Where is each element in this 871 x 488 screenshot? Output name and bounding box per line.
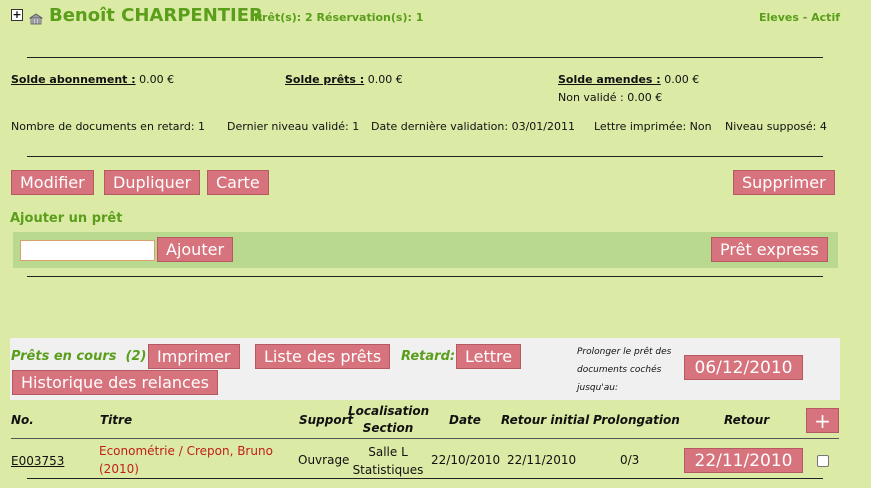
- reader-counts: Prêt(s): 2 Réservation(s): 1: [254, 11, 424, 24]
- col-title: Titre: [100, 413, 133, 427]
- loans-balance-value: 0.00 €: [364, 73, 403, 86]
- loan-row-extension: 0/3: [620, 453, 640, 467]
- loans-list-button[interactable]: Liste des prêts: [255, 344, 391, 369]
- col-no: No.: [11, 413, 34, 427]
- expand-icon[interactable]: +: [11, 9, 23, 21]
- prolong-date-button[interactable]: 06/12/2010: [684, 355, 803, 380]
- add-row-button[interactable]: +: [806, 408, 839, 433]
- reader-name: Benoît CHARPENTIER: [49, 5, 263, 26]
- library-icon: [29, 13, 43, 25]
- loans-balance: Solde prêts : 0.00 €: [285, 73, 403, 86]
- col-extension: Prolongation: [593, 413, 680, 427]
- loan-row-no[interactable]: E003753: [11, 454, 64, 468]
- divider: [11, 438, 839, 439]
- loan-row-title[interactable]: Econométrie / Crepon, Bruno (2010): [99, 442, 273, 478]
- last-level: Dernier niveau validé: 1: [227, 120, 360, 133]
- modify-button[interactable]: Modifier: [11, 170, 94, 195]
- fines-balance-label: Solde amendes :: [558, 73, 661, 86]
- divider: [27, 478, 823, 479]
- loans-title-label: Prêts en cours: [11, 349, 117, 364]
- loan-row-date: 22/10/2010: [431, 453, 501, 467]
- letter-button[interactable]: Lettre: [456, 344, 522, 369]
- last-validation: Date dernière validation: 03/01/2011: [371, 120, 575, 133]
- divider: [27, 156, 823, 157]
- col-location: Localisation Section: [348, 403, 430, 437]
- col-support: Support: [299, 413, 354, 427]
- loan-row-title-line1: Econométrie / Crepon, Bruno: [99, 444, 273, 458]
- loan-row-support: Ouvrage: [298, 453, 350, 467]
- overdue-docs: Nombre de documents en retard: 1: [11, 120, 206, 133]
- loans-count: (2): [125, 349, 147, 364]
- overdue-label: Retard:: [401, 349, 456, 364]
- letter-printed: Lettre imprimée: Non: [594, 120, 712, 133]
- fines-unvalidated: Non validé : 0.00 €: [558, 91, 663, 104]
- col-location-line1: Localisation: [348, 404, 430, 418]
- card-button[interactable]: Carte: [207, 170, 269, 195]
- loans-title: Prêts en cours (2): [11, 349, 146, 364]
- supposed-level: Niveau supposé: 4: [725, 120, 827, 133]
- loan-row-initial-return: 22/11/2010: [507, 453, 577, 467]
- duplicate-button[interactable]: Dupliquer: [104, 170, 201, 195]
- loan-row-return-button[interactable]: 22/11/2010: [684, 448, 803, 473]
- loan-row-location-line2: Statistiques: [352, 463, 424, 477]
- col-initial-return: Retour initial: [501, 413, 590, 427]
- divider: [27, 57, 823, 58]
- fines-balance: Solde amendes : 0.00 €: [558, 73, 699, 86]
- fines-balance-value: 0.00 €: [660, 73, 700, 86]
- reader-status: Eleves - Actif: [759, 11, 840, 24]
- print-button[interactable]: Imprimer: [148, 344, 240, 369]
- add-button[interactable]: Ajouter: [157, 237, 234, 262]
- col-return: Retour: [724, 413, 770, 427]
- express-loan-button[interactable]: Prêt express: [711, 237, 828, 262]
- subscription-balance: Solde abonnement : 0.00 €: [11, 73, 174, 86]
- reminder-history-button[interactable]: Historique des relances: [12, 370, 218, 395]
- col-location-line2: Section: [362, 421, 414, 435]
- loan-row-location-line1: Salle L: [368, 445, 408, 459]
- barcode-input[interactable]: [20, 240, 155, 261]
- subscription-balance-label: Solde abonnement :: [11, 73, 136, 86]
- loan-row-location: Salle L Statistiques: [348, 443, 428, 479]
- subscription-balance-value: 0.00 €: [135, 73, 175, 86]
- divider: [27, 276, 823, 277]
- prolong-text: Prolonger le prêt des documents cochés j…: [577, 347, 672, 393]
- loan-row-checkbox[interactable]: [817, 455, 829, 467]
- delete-button[interactable]: Supprimer: [733, 170, 835, 195]
- loans-balance-label: Solde prêts :: [285, 73, 365, 86]
- loan-row-title-line2: (2010): [99, 462, 139, 476]
- col-date: Date: [449, 413, 481, 427]
- add-loan-title: Ajouter un prêt: [10, 211, 123, 226]
